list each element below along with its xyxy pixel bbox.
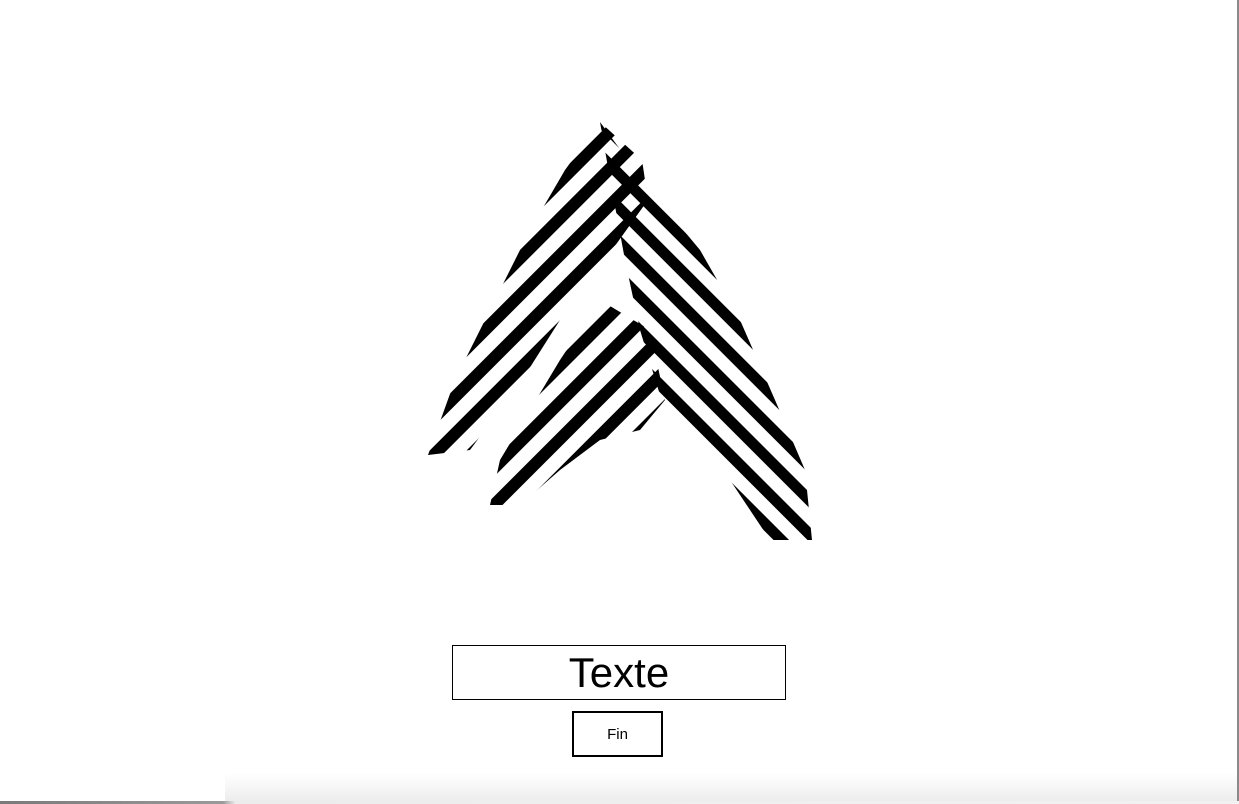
striped-chevron-up-icon <box>428 122 812 540</box>
fin-button[interactable]: Fin <box>572 711 663 757</box>
page: Fin <box>0 0 1239 804</box>
window-bottom-shadow <box>225 773 1237 801</box>
text-field[interactable] <box>452 645 786 700</box>
